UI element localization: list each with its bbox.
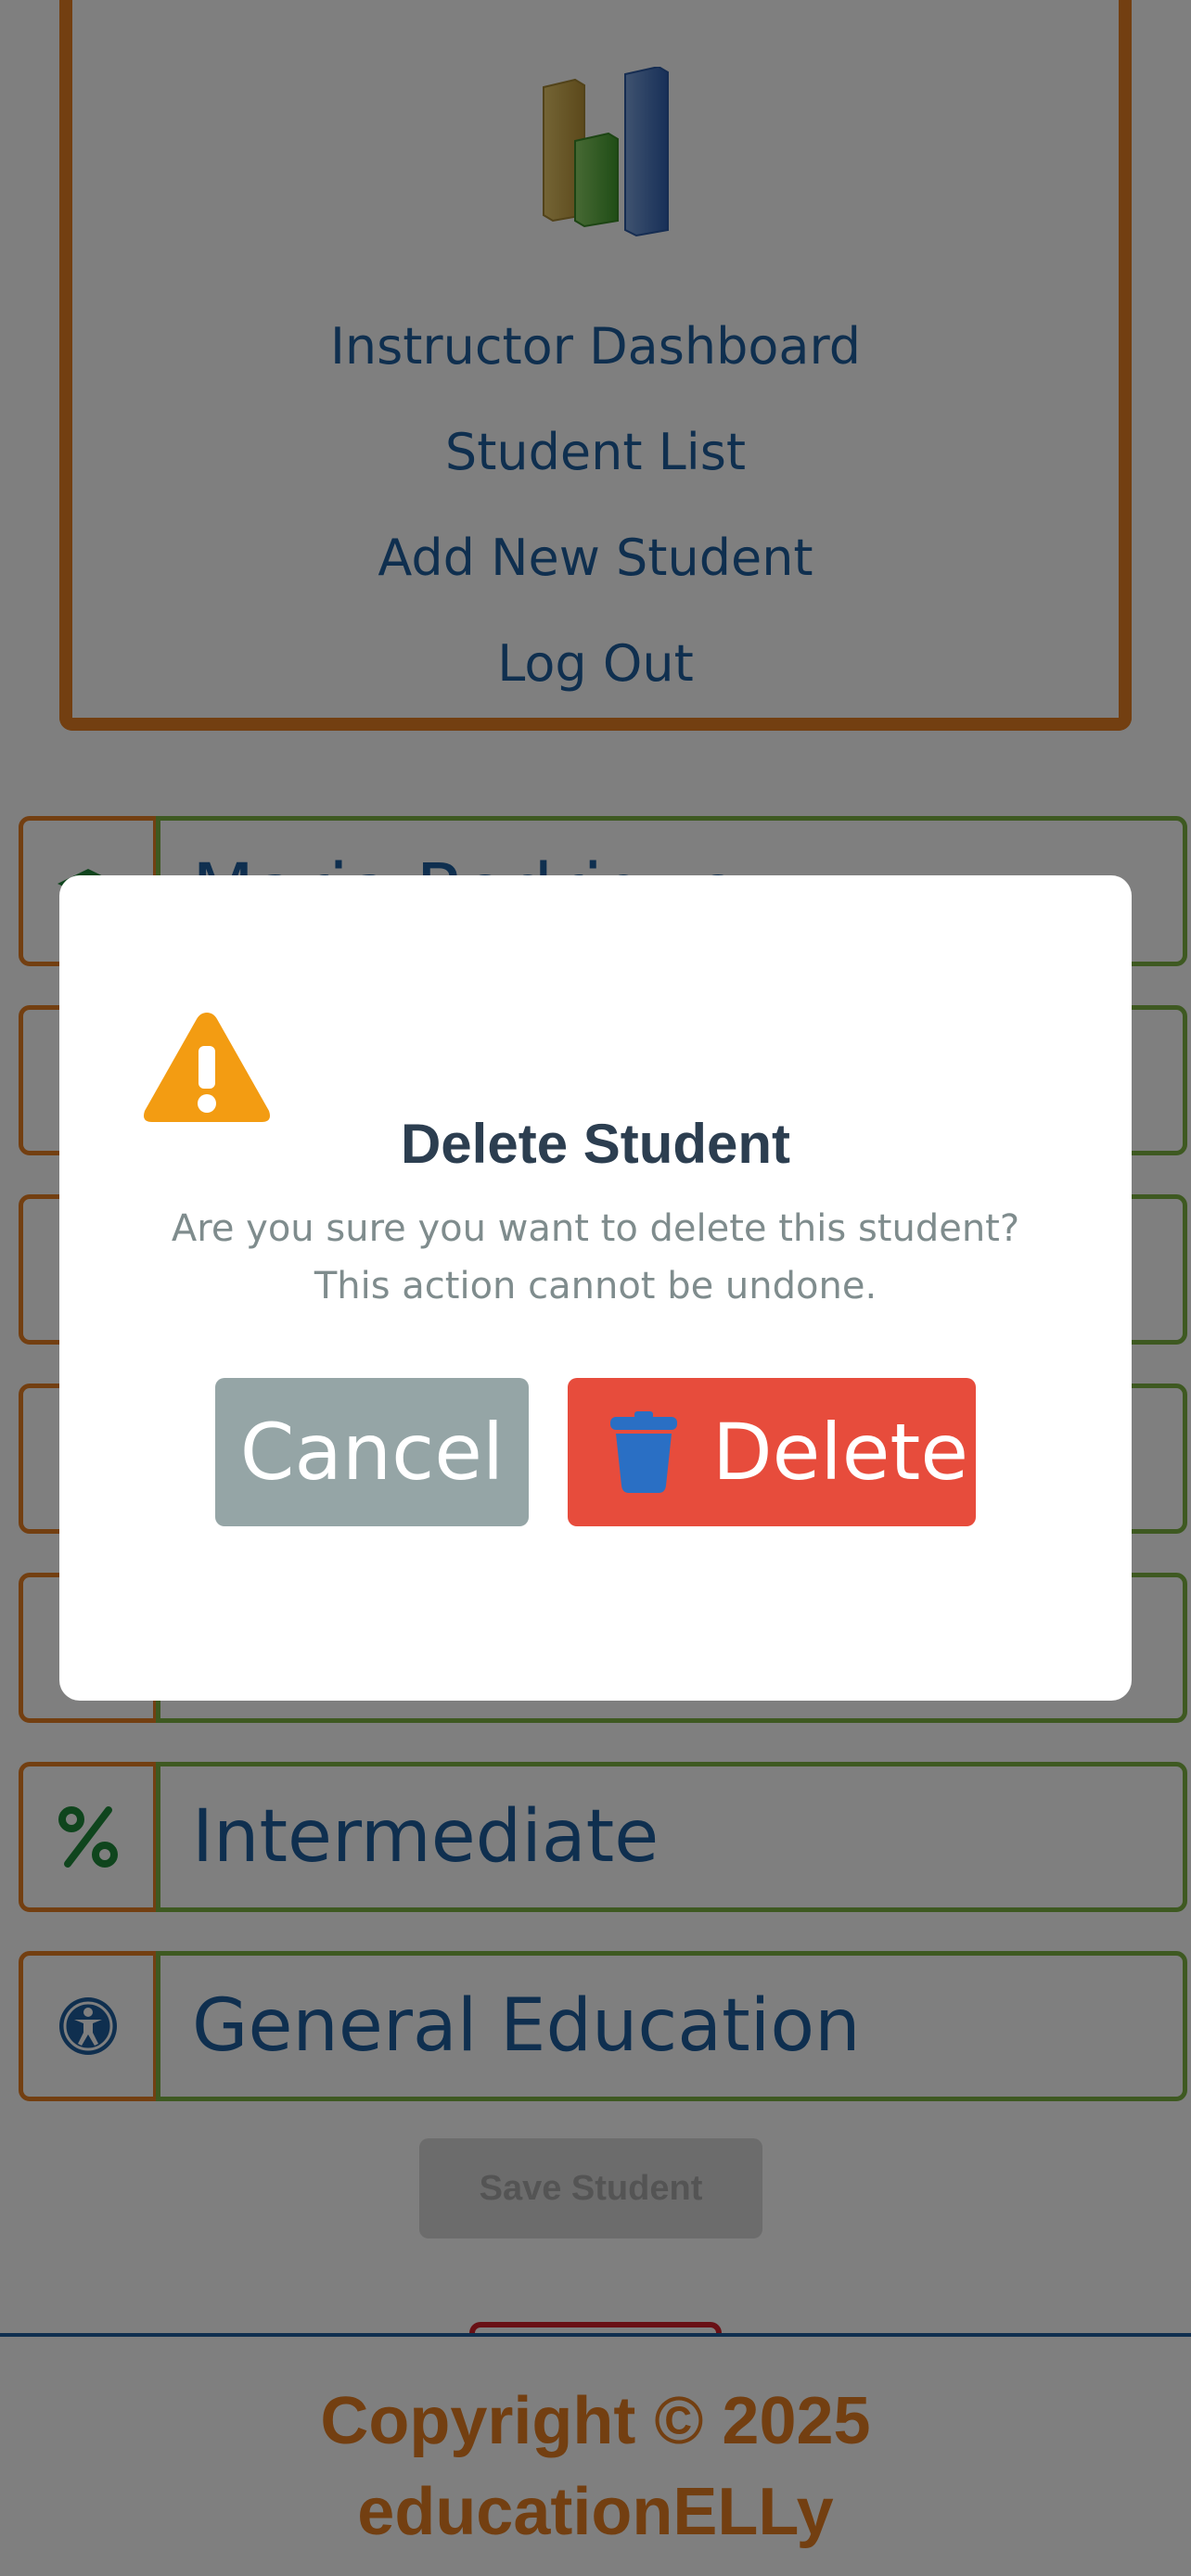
- cancel-button[interactable]: Cancel: [215, 1378, 529, 1526]
- dialog-title: Delete Student: [400, 1113, 791, 1175]
- dialog-message: Are you sure you want to delete this stu…: [171, 1207, 1020, 1307]
- delete-button[interactable]: Delete: [568, 1378, 976, 1526]
- app-root: Instructor Dashboard Student List Add Ne…: [0, 0, 1191, 2576]
- trash-icon: [610, 1411, 677, 1493]
- delete-button-label: Delete: [712, 1407, 968, 1498]
- delete-confirm-dialog: Delete Student Are you sure you want to …: [59, 875, 1132, 1701]
